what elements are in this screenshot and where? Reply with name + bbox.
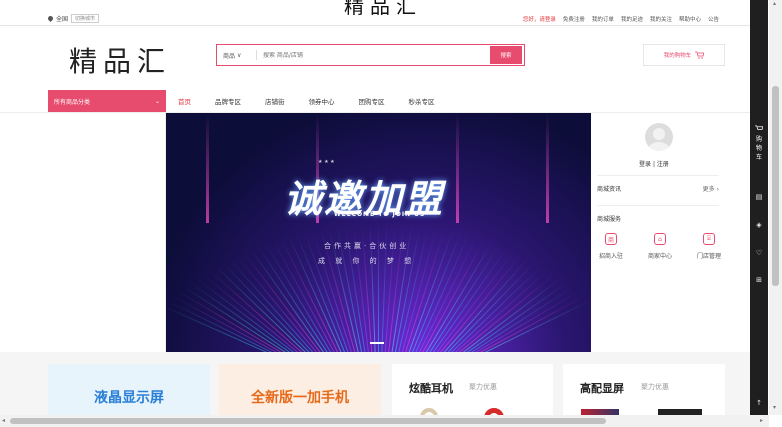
search-type-select[interactable]: 商品 ∨ [217,50,257,60]
home-icon: ⌂ [653,233,666,245]
service-merchant-join[interactable]: 商 招商入驻 [599,233,623,260]
scroll-right-icon[interactable]: ▸ [760,417,763,424]
carousel-indicator[interactable] [370,342,384,344]
cart-icon[interactable] [750,125,768,134]
scroll-up-icon[interactable]: ▴ [773,0,776,7]
help-center-link[interactable]: 帮助中心 [679,15,701,23]
orders-icon[interactable]: ▤ [750,193,768,201]
cart-icon [695,51,705,59]
back-to-top-icon[interactable]: ↑ [750,399,768,407]
promo-card-lcd[interactable]: 液晶显示屏 [48,364,210,417]
my-history-link[interactable]: 我的足迹 [621,15,643,23]
nav-item-flash-sale[interactable]: 秒杀专区 [409,96,435,106]
location-pin-icon [46,14,55,23]
service-label: 招商入驻 [599,253,624,260]
avatar[interactable] [645,123,673,151]
switch-city-button[interactable]: 切换城市 [71,14,100,23]
news-title: 商城资讯 [597,186,622,193]
horizontal-scrollbar[interactable]: ◂ ▸ [0,415,769,427]
login-greeting-link[interactable]: 您好，请登录 [523,15,556,23]
login-register: 登录 | 注册 [639,159,669,168]
side-cart-label[interactable]: 购物车 [755,135,763,162]
scroll-left-icon[interactable]: ◂ [2,417,5,424]
coupon-icon[interactable]: ◈ [750,221,768,229]
chevron-down-icon: ∨ [237,51,242,59]
promo-subtitle: 聚力优惠 [469,383,497,391]
hero-banner[interactable]: ★ ★ ★ 诚邀加盟 WELCOME TO JOIN US 合作共赢·合伙创业 … [166,113,591,352]
cart-button[interactable]: 我的购物车 [643,44,725,66]
search-bar: 商品 ∨ 搜索 [216,44,525,66]
promo-card-headphones[interactable]: 炫酷耳机 聚力优惠 [392,364,553,427]
service-label: 商家中心 [647,253,672,260]
service-merchant-center[interactable]: ⌂ 商家中心 [648,233,672,260]
location-label: 全国 [56,16,69,23]
search-type-label: 商品 [223,52,236,60]
promo-subtitle: 聚力优惠 [641,383,669,391]
register-link[interactable]: 免费注册 [563,15,585,23]
store-icon: ⌸ [702,233,715,245]
search-button[interactable]: 搜索 [490,46,522,64]
promo-title: 炫酷耳机 [409,382,453,395]
news-row: 商城资讯 更多 › [597,184,719,193]
promo-card-monitor[interactable]: 高配显屏 聚力优惠 [563,364,725,417]
scroll-down-icon[interactable]: ▾ [773,404,776,411]
notice-link[interactable]: 公告 [708,15,719,23]
all-categories-button[interactable]: 所有商品分类 ⌄ [48,90,166,112]
nav-item-group-buy[interactable]: 团购专区 [359,96,385,106]
my-orders-link[interactable]: 我的订单 [592,15,614,23]
banner-light-streak [546,113,549,223]
promo-card-phone[interactable]: 全新版一加手机 [219,364,381,417]
banner-light-streak [206,113,209,223]
banner-light-streak [456,113,459,223]
service-label: 门店管理 [696,253,721,260]
promo-title: 液晶显示屏 [94,390,164,406]
history-icon[interactable]: ⊞ [750,276,768,284]
login-link[interactable]: 登录 [639,161,651,168]
category-panel [48,113,166,352]
nav-item-coupons[interactable]: 领券中心 [309,96,335,106]
location-selector[interactable]: 全国 切换城市 [46,14,100,23]
promo-title: 高配显屏 [580,382,624,395]
services-list: 商 招商入驻 ⌂ 商家中心 ⌸ 门店管理 [599,233,721,260]
divider [597,205,719,206]
scrollbar-thumb[interactable] [772,86,779,286]
top-bar: 全国 切换城市 您好，请登录 免费注册 我的订单 我的足迹 我的关注 帮助中心 … [0,11,750,26]
nav-item-shops[interactable]: 店铺街 [265,96,285,106]
side-toolbar: 购物车 ▤ ◈ ♡ ⊞ ↑ [750,0,768,427]
banner-line2: 成 就 你 的 梦 想 [318,257,416,265]
divider [597,175,719,176]
banner-deco-text: ★ ★ ★ [318,159,335,165]
nav-items: 首页 品牌专区 店铺街 领券中心 团购专区 秒杀专区 [178,96,435,106]
register-link[interactable]: 注册 [657,161,669,168]
vertical-scrollbar[interactable]: ▴ ▾ [769,0,782,415]
site-logo[interactable]: 精品汇 [69,40,171,80]
top-links: 您好，请登录 免费注册 我的订单 我的足迹 我的关注 帮助中心 公告 [523,15,719,23]
all-categories-label: 所有商品分类 [54,98,91,106]
banner-subtitle: WELCOME TO JOIN US [334,211,426,218]
heart-icon[interactable]: ♡ [750,249,768,257]
services-title: 商城服务 [597,216,622,223]
scrollbar-thumb[interactable] [10,418,606,424]
user-panel: 登录 | 注册 商城资讯 更多 › 商城服务 商 招商入驻 ⌂ 商家中心 ⌸ 门… [591,113,726,352]
nav-item-home[interactable]: 首页 [178,96,191,106]
nav-item-brands[interactable]: 品牌专区 [215,96,241,106]
service-store-management[interactable]: ⌸ 门店管理 [697,233,721,260]
banner-tagline: 合作共赢·合伙创业 [324,242,410,250]
my-follow-link[interactable]: 我的关注 [650,15,672,23]
news-more-link[interactable]: 更多 › [703,184,719,193]
search-input[interactable] [257,51,490,59]
cart-label: 我的购物车 [663,53,692,59]
main-nav: 所有商品分类 ⌄ 首页 品牌专区 店铺街 领券中心 团购专区 秒杀专区 [0,90,750,112]
promo-title: 全新版一加手机 [251,390,349,406]
shop-icon: 商 [605,233,617,245]
chevron-down-icon: ⌄ [154,97,160,105]
